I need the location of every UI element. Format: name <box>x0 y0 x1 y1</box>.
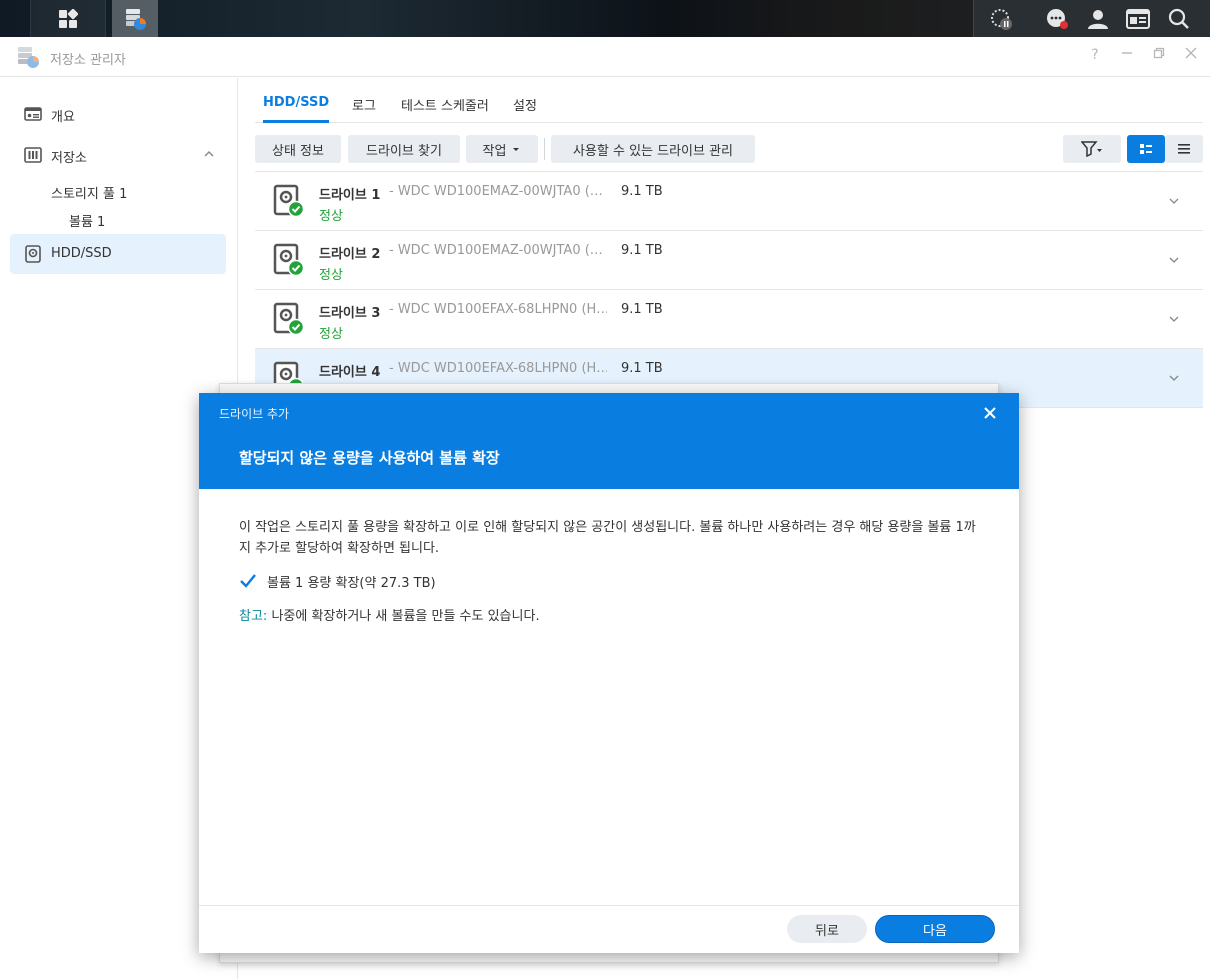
note-text: 나중에 확장하거나 새 볼륨을 만들 수도 있습니다. <box>267 609 540 624</box>
main-menu-button[interactable] <box>30 0 106 37</box>
close-icon <box>1185 47 1197 59</box>
restore-icon <box>1153 47 1165 59</box>
storage-icon <box>24 147 42 163</box>
tab-test-scheduler[interactable]: 테스트 스케줄러 <box>401 95 489 114</box>
checkbox-checked-icon[interactable] <box>239 572 257 590</box>
drive-status: 정상 <box>319 327 343 342</box>
sidebar-item-label: HDD/SSD <box>51 246 112 261</box>
hdd-healthy-icon <box>273 184 305 218</box>
resource-monitor-icon[interactable] <box>988 6 1014 32</box>
tab-bar: HDD/SSD 로그 테스트 스케줄러 설정 <box>255 78 1203 123</box>
drive-model: - WDC WD100EFAX-68LHPN0 (H… <box>389 361 607 376</box>
toolbar-divider <box>544 138 545 160</box>
taskbar-tray <box>973 0 1210 37</box>
card-view-icon <box>1140 144 1152 154</box>
drive-row[interactable]: 드라이브 1 - WDC WD100EMAZ-00WJTA0 (… 9.1 TB… <box>255 172 1203 231</box>
dialog-header: 드라이브 추가 할당되지 않은 용량을 사용하여 볼륨 확장 <box>199 393 1019 489</box>
back-button[interactable]: 뒤로 <box>787 915 867 943</box>
grid-menu-icon <box>59 8 78 28</box>
card-view-button[interactable] <box>1127 135 1165 163</box>
window-titlebar: 저장소 관리자 ? <box>0 37 1210 77</box>
drive-size: 9.1 TB <box>621 302 663 317</box>
drive-size: 9.1 TB <box>621 243 663 258</box>
close-window-button[interactable] <box>1183 47 1199 63</box>
chevron-up-icon[interactable] <box>202 147 216 161</box>
drive-name: 드라이브 3 <box>319 306 381 321</box>
manage-available-drives-button[interactable]: 사용할 수 있는 드라이브 관리 <box>551 135 755 163</box>
chevron-down-icon[interactable] <box>1167 194 1181 208</box>
notification-icon[interactable] <box>1044 6 1070 32</box>
drive-size: 9.1 TB <box>621 361 663 376</box>
drive-status: 정상 <box>319 268 343 283</box>
drive-model: - WDC WD100EFAX-68LHPN0 (H… <box>389 302 607 317</box>
storage-manager-taskbar-button[interactable] <box>112 0 158 37</box>
restore-button[interactable] <box>1151 47 1167 63</box>
find-drive-button[interactable]: 드라이브 찾기 <box>348 135 460 163</box>
status-info-button[interactable]: 상태 정보 <box>255 135 341 163</box>
storage-manager-icon <box>126 8 146 30</box>
hdd-healthy-icon <box>273 243 305 277</box>
drive-row[interactable]: 드라이브 3 - WDC WD100EFAX-68LHPN0 (H… 9.1 T… <box>255 290 1203 349</box>
filter-button[interactable] <box>1063 135 1121 163</box>
dialog-description: 이 작업은 스토리지 풀 용량을 확장하고 이로 인해 할당되지 않은 공간이 … <box>239 520 976 556</box>
sidebar-item-label: 저장소 <box>51 151 87 166</box>
chevron-down-icon[interactable] <box>1167 253 1181 267</box>
list-view-button[interactable] <box>1165 135 1203 163</box>
caret-down-icon <box>513 148 520 151</box>
tab-log[interactable]: 로그 <box>352 95 376 114</box>
minimize-button[interactable] <box>1119 47 1135 63</box>
drive-status: 정상 <box>319 209 343 224</box>
search-icon[interactable] <box>1166 6 1192 32</box>
tab-settings[interactable]: 설정 <box>513 95 537 114</box>
drive-size: 9.1 TB <box>621 184 663 199</box>
dialog-title: 할당되지 않은 용량을 사용하여 볼륨 확장 <box>239 449 500 467</box>
expand-volume-label: 볼륨 1 용량 확장(약 27.3 TB) <box>267 575 436 591</box>
widgets-icon[interactable] <box>1125 6 1151 32</box>
hdd-icon <box>25 245 41 263</box>
next-button[interactable]: 다음 <box>875 915 995 943</box>
dialog-footer-divider <box>199 905 1019 906</box>
sidebar-item-volume[interactable]: 볼륨 1 <box>69 211 105 230</box>
drive-name: 드라이브 2 <box>319 247 381 262</box>
hdd-healthy-icon <box>273 302 305 336</box>
drive-row[interactable]: 드라이브 2 - WDC WD100EMAZ-00WJTA0 (… 9.1 TB… <box>255 231 1203 290</box>
dialog-window-title: 드라이브 추가 <box>219 407 290 421</box>
drive-model: - WDC WD100EMAZ-00WJTA0 (… <box>389 243 603 258</box>
taskbar <box>0 0 1210 37</box>
action-dropdown-button[interactable]: 작업 <box>466 135 538 163</box>
sidebar-item-storage-pool[interactable]: 스토리지 풀 1 <box>51 183 127 202</box>
expand-volume-option[interactable]: 볼륨 1 용량 확장(약 27.3 TB) <box>239 571 436 591</box>
close-icon[interactable] <box>981 404 999 422</box>
action-label: 작업 <box>482 143 507 159</box>
storage-manager-app-icon <box>18 47 39 68</box>
drive-name: 드라이브 1 <box>319 188 381 203</box>
sidebar-item-hdd-ssd[interactable]: HDD/SSD <box>10 234 226 274</box>
filter-icon <box>1081 141 1102 157</box>
minimize-icon <box>1122 52 1132 54</box>
tab-hdd-ssd[interactable]: HDD/SSD <box>263 95 329 110</box>
chevron-down-icon[interactable] <box>1167 371 1181 385</box>
dialog-note: 참고: 나중에 확장하거나 새 볼륨을 만들 수도 있습니다. <box>239 605 540 624</box>
sidebar-item-overview[interactable]: 개요 <box>10 94 226 134</box>
sidebar-item-storage[interactable]: 저장소 <box>10 135 226 175</box>
drive-model: - WDC WD100EMAZ-00WJTA0 (… <box>389 184 603 199</box>
add-drive-dialog: 드라이브 추가 할당되지 않은 용량을 사용하여 볼륨 확장 이 작업은 스토리… <box>199 393 1019 953</box>
chevron-down-icon[interactable] <box>1167 312 1181 326</box>
window-title: 저장소 관리자 <box>50 53 126 68</box>
sidebar-item-label: 개요 <box>51 110 75 125</box>
overview-icon <box>24 107 42 121</box>
help-button[interactable]: ? <box>1087 47 1103 63</box>
drive-name: 드라이브 4 <box>319 365 381 380</box>
note-key: 참고: <box>239 609 268 624</box>
active-tab-indicator <box>263 120 329 123</box>
list-view-icon <box>1178 144 1190 154</box>
user-icon[interactable] <box>1085 6 1111 32</box>
